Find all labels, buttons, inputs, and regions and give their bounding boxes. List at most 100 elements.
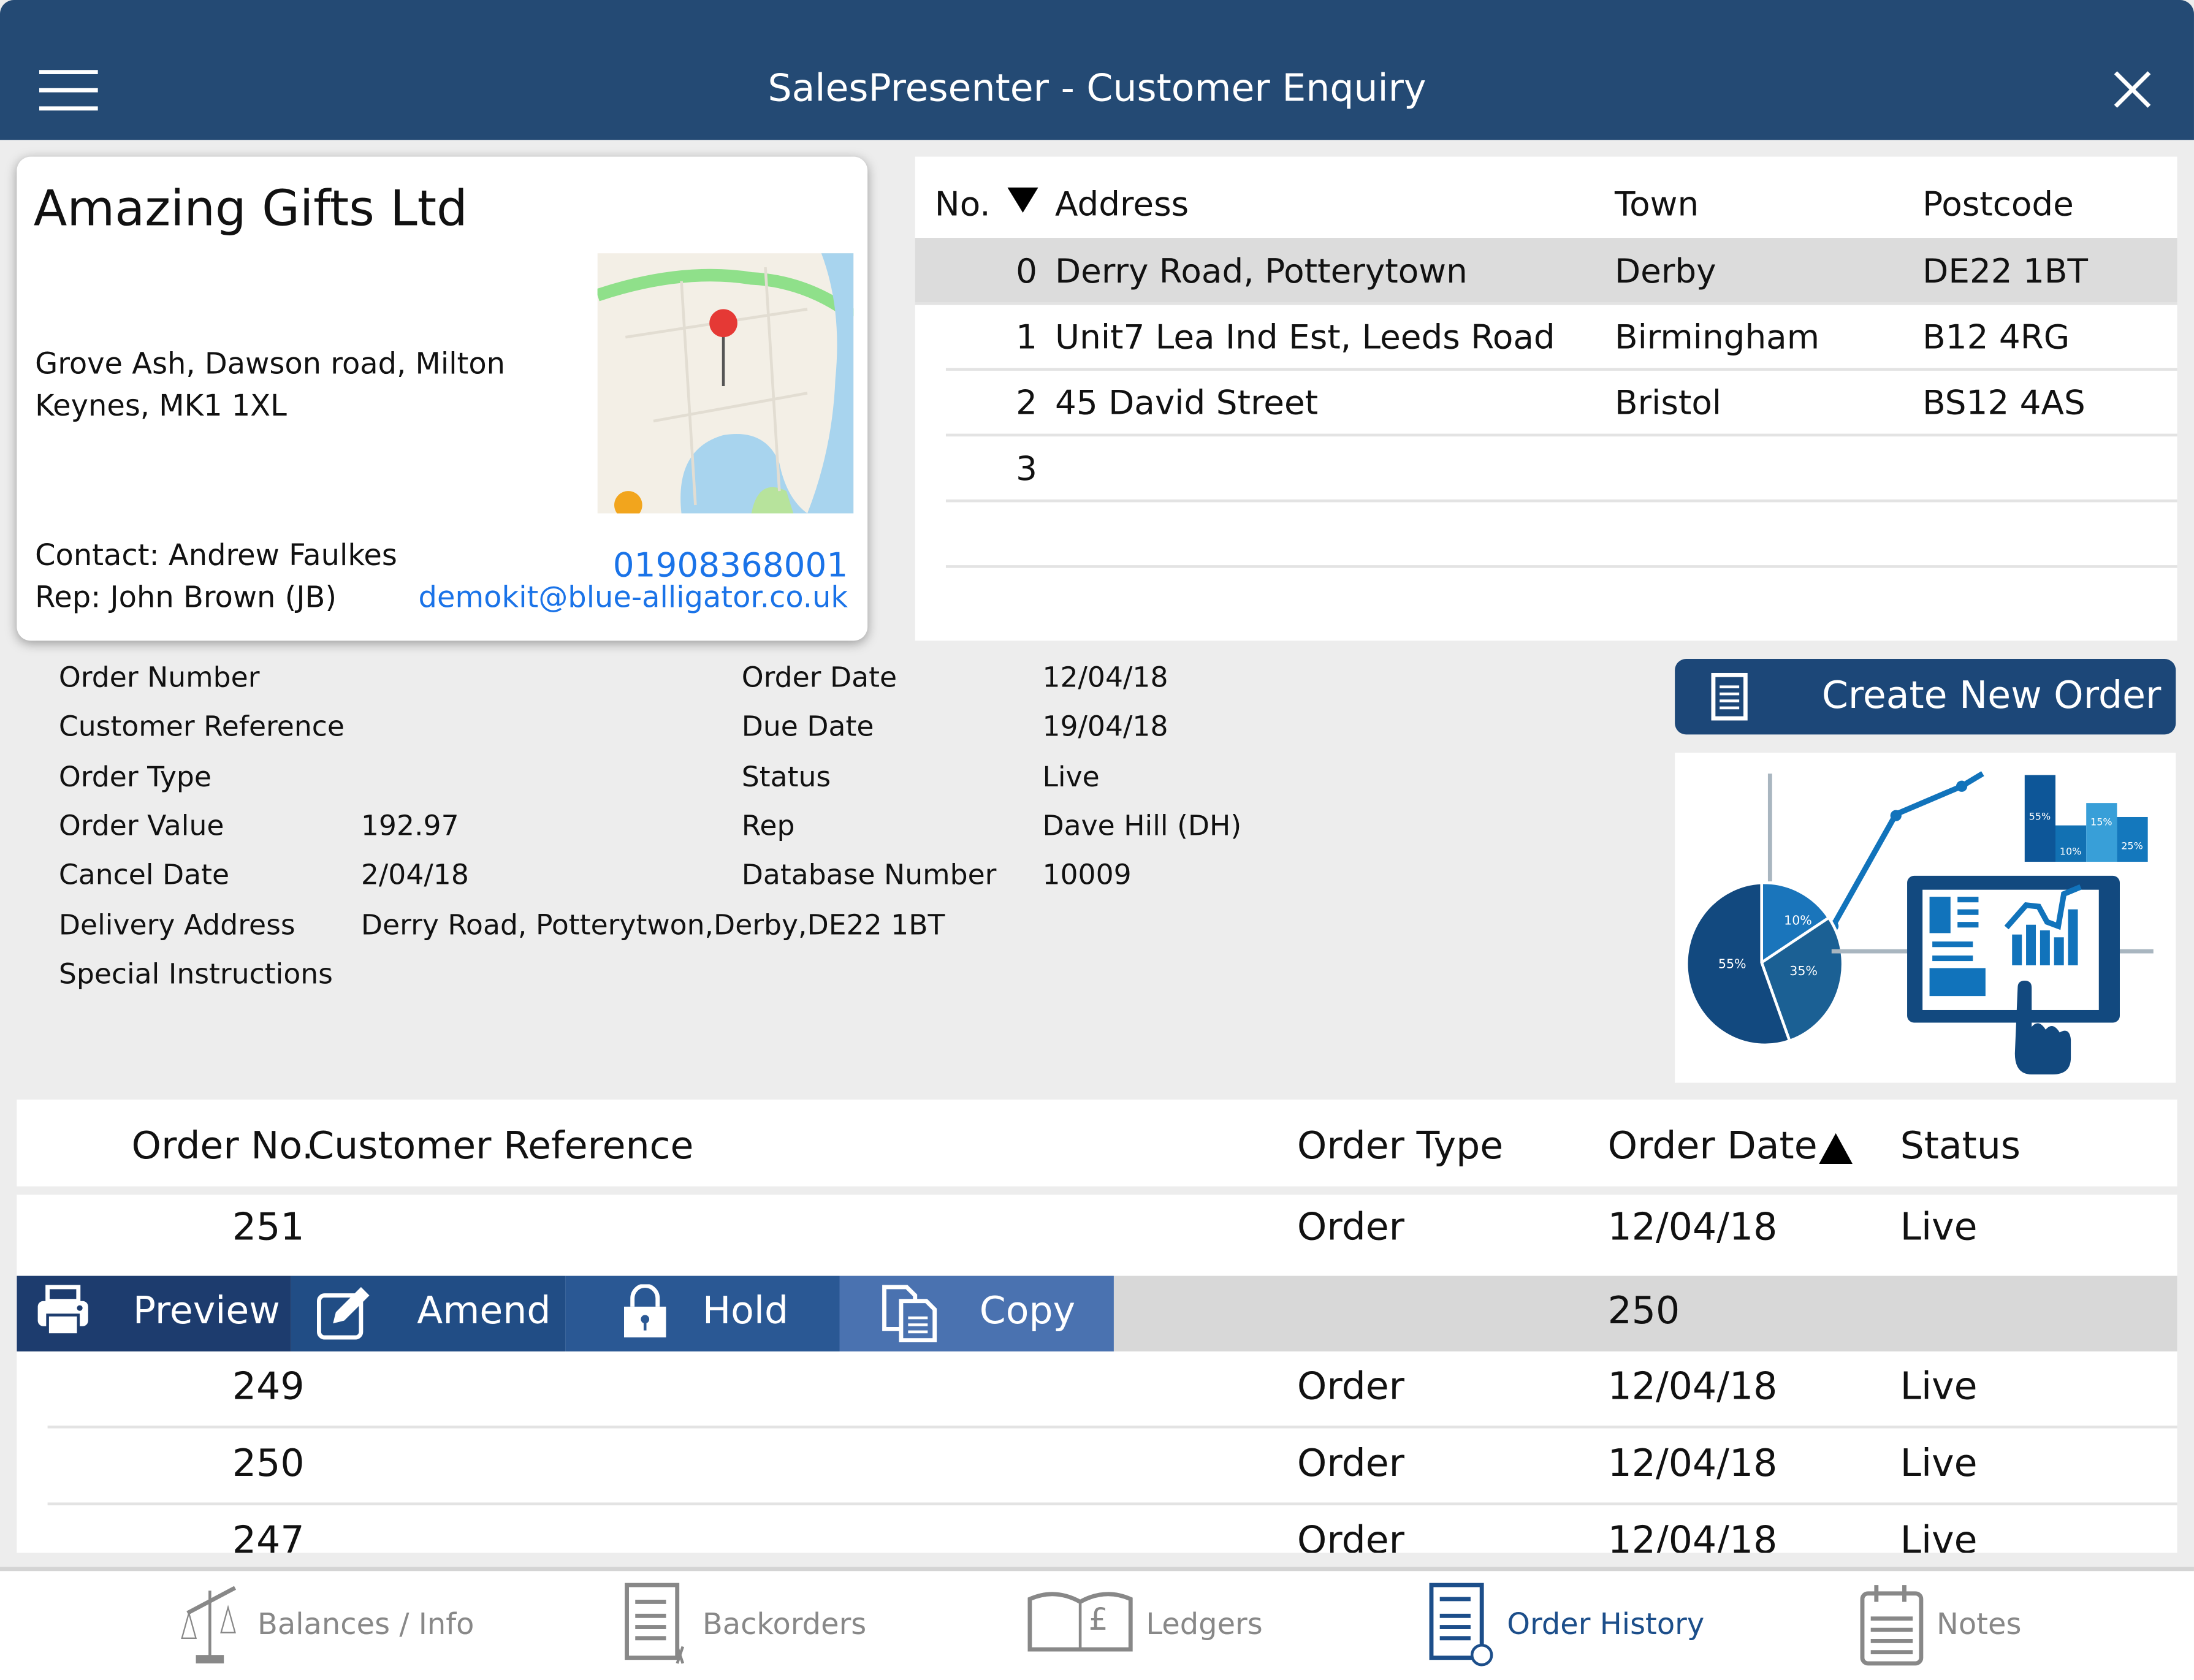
- sales-illustration: 10% 35% 55% 55% 10% 15% 25%: [1675, 752, 2176, 1083]
- order-type: Order: [1297, 1442, 1405, 1486]
- address-no: 3: [1016, 449, 1037, 488]
- nav-label: Notes: [1936, 1607, 2022, 1641]
- order-history-table: Order No. Customer Reference Order Type …: [17, 1100, 2177, 1553]
- nav-label: Backorders: [702, 1607, 867, 1641]
- rep-name: Rep: John Brown (JB): [35, 580, 337, 615]
- customer-name: Amazing Gifts Ltd: [33, 181, 468, 238]
- col-order-date[interactable]: Order Date: [1608, 1125, 1818, 1168]
- nav-ledgers[interactable]: £ Ledgers: [1027, 1571, 1390, 1680]
- pie-label: 55%: [1718, 956, 1746, 971]
- app: SalesPresenter - Customer Enquiry Amazin…: [0, 0, 2194, 1680]
- nav-label: Ledgers: [1146, 1607, 1263, 1641]
- nav-label: Balances / Info: [257, 1607, 474, 1641]
- copy-button[interactable]: Copy: [839, 1275, 1114, 1351]
- action-label: Preview: [132, 1290, 280, 1334]
- detail-value: 10009: [1042, 857, 1132, 892]
- order-type: Order: [1297, 1206, 1405, 1250]
- address-postcode: DE22 1BT: [1922, 251, 2088, 291]
- orders-header: Order No. Customer Reference Order Type …: [17, 1100, 2177, 1195]
- window-title: SalesPresenter - Customer Enquiry: [768, 67, 1426, 111]
- close-icon[interactable]: [2113, 70, 2152, 109]
- order-row[interactable]: 249 Order 12/04/18 Live: [47, 1351, 2177, 1429]
- col-order-no[interactable]: Order No.: [132, 1125, 314, 1168]
- action-label: Amend: [417, 1290, 551, 1334]
- preview-button[interactable]: Preview: [17, 1275, 291, 1351]
- address-postcode: B12 4RG: [1922, 317, 2070, 357]
- pie-label: 35%: [1789, 964, 1818, 978]
- location-map[interactable]: [597, 253, 854, 514]
- bar-label: 10%: [2060, 846, 2082, 857]
- order-no: 250: [232, 1442, 305, 1486]
- address-no: 1: [1016, 317, 1037, 357]
- order-date: 12/04/18: [1607, 1365, 1778, 1409]
- amend-button[interactable]: Amend: [291, 1275, 566, 1351]
- detail-label: Cancel Date: [58, 857, 230, 892]
- bottom-nav: Balances / Info Backorders £ Ledgers Order H…: [0, 1567, 2194, 1680]
- customer-card: Amazing Gifts Ltd Grove Ash, Dawson road…: [17, 156, 868, 641]
- phone-link[interactable]: 01908368001: [613, 545, 848, 585]
- address-row[interactable]: 0 Derry Road, Potterytown Derby DE22 1BT: [915, 238, 2177, 305]
- detail-label: Delivery Address: [58, 907, 295, 941]
- sort-descending-icon[interactable]: [1007, 187, 1038, 213]
- order-type: Order: [1297, 1365, 1405, 1409]
- order-no: 247: [232, 1519, 305, 1553]
- address-no: 0: [1016, 251, 1037, 291]
- pie-label: 10%: [1784, 913, 1812, 928]
- order-type: Order: [1297, 1519, 1405, 1553]
- address-row[interactable]: 1 Unit7 Lea Ind Est, Leeds Road Birmingham…: [945, 303, 2177, 371]
- address-town: Bristol: [1615, 383, 1722, 423]
- email-link[interactable]: demokit@blue-alligator.co.uk: [419, 580, 848, 614]
- order-row[interactable]: 250 Order 12/04/18 Live: [47, 1428, 2177, 1505]
- hold-button[interactable]: Hold: [565, 1275, 840, 1351]
- order-date: 12/04/18: [1607, 1206, 1778, 1250]
- col-postcode[interactable]: Postcode: [1922, 184, 2074, 224]
- create-new-order-button[interactable]: Create New Order: [1675, 659, 2176, 735]
- create-new-order-label: Create New Order: [1821, 674, 2162, 718]
- order-date: 12/04/18: [1607, 1442, 1778, 1486]
- nav-backorders[interactable]: Backorders: [624, 1571, 988, 1680]
- bar-label: 55%: [2029, 811, 2051, 823]
- detail-label: Status: [741, 759, 831, 793]
- address-town: Derby: [1615, 251, 1716, 291]
- order-row[interactable]: 247 Order 12/04/18 Live: [48, 1505, 2177, 1553]
- col-no[interactable]: No.: [935, 184, 991, 224]
- address-no: 2: [1016, 383, 1037, 423]
- detail-label: Order Type: [58, 759, 211, 793]
- address-row[interactable]: 2 45 David Street Bristol BS12 4AS: [945, 370, 2177, 437]
- document-icon: [1711, 672, 1748, 721]
- order-row-selected[interactable]: Preview Amend Hold Copy 250: [17, 1275, 2177, 1351]
- detail-label: Order Value: [58, 808, 224, 842]
- svg-text:£: £: [1089, 1601, 1108, 1637]
- address-row[interactable]: 3: [945, 435, 2177, 503]
- col-customer-reference[interactable]: Customer Reference: [308, 1125, 693, 1168]
- address-table: No. Address Town Postcode 0 Derry Road, P…: [915, 156, 2177, 641]
- customer-address-line2: Keynes, MK1 1XL: [35, 389, 287, 423]
- nav-notes[interactable]: Notes: [1859, 1571, 2194, 1680]
- address-address: 45 David Street: [1055, 383, 1319, 423]
- customer-address-line1: Grove Ash, Dawson road, Milton: [35, 347, 506, 381]
- detail-label: Rep: [741, 808, 795, 842]
- detail-value: 192.97: [360, 808, 459, 842]
- col-town[interactable]: Town: [1615, 184, 1699, 224]
- address-address: Unit7 Lea Ind Est, Leeds Road: [1055, 317, 1555, 357]
- order-row[interactable]: 251 Order 12/04/18 Live: [17, 1192, 2177, 1266]
- order-no: 249: [232, 1365, 305, 1409]
- detail-label: Database Number: [741, 857, 997, 892]
- detail-value: Derry Road, Potterytwon,Derby,DE22 1BT: [360, 907, 945, 941]
- action-label: Hold: [702, 1290, 789, 1334]
- order-status: Live: [1900, 1519, 1978, 1553]
- detail-value: 12/04/18: [1042, 660, 1168, 694]
- order-status: Live: [1900, 1206, 1978, 1250]
- order-status: Live: [1900, 1365, 1978, 1409]
- col-status[interactable]: Status: [1900, 1125, 2021, 1168]
- address-postcode: BS12 4AS: [1922, 383, 2085, 423]
- order-date: 12/04/18: [1607, 1519, 1778, 1553]
- nav-balances-info[interactable]: Balances / Info: [179, 1571, 543, 1680]
- col-order-type[interactable]: Order Type: [1297, 1125, 1503, 1168]
- col-address[interactable]: Address: [1055, 184, 1189, 224]
- detail-value: 19/04/18: [1042, 709, 1168, 743]
- sort-ascending-icon[interactable]: [1819, 1133, 1853, 1165]
- nav-order-history[interactable]: Order History: [1428, 1571, 1792, 1680]
- action-label: Copy: [979, 1290, 1076, 1334]
- address-town: Birmingham: [1615, 317, 1820, 357]
